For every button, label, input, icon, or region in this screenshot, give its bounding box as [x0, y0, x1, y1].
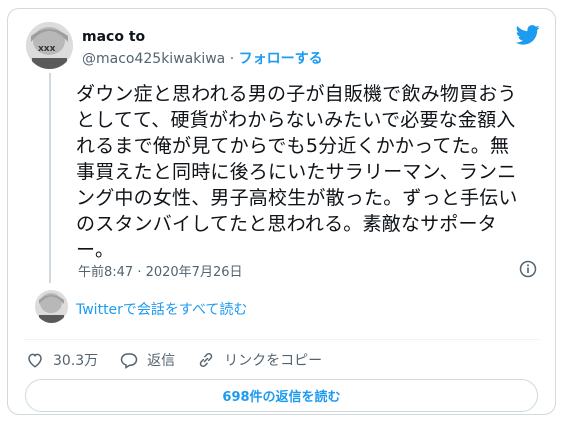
info-icon[interactable] — [519, 260, 537, 278]
separator-dot: · — [229, 51, 235, 67]
like-button[interactable]: 30.3万 — [26, 350, 98, 370]
reply-bubble-icon — [120, 353, 138, 369]
heart-icon — [28, 353, 42, 368]
link-icon — [199, 353, 213, 367]
copy-link-label: リンクをコピー — [224, 353, 323, 369]
read-conversation-link[interactable]: Twitterで会話をすべて読む — [76, 299, 247, 319]
thread-avatar[interactable] — [35, 290, 68, 323]
divider — [24, 339, 539, 340]
author-handle-row: @maco425kiwakiwa · フォローする — [82, 48, 323, 68]
follow-button[interactable]: フォローする — [239, 51, 323, 67]
reply-label: 返信 — [147, 353, 176, 369]
tweet-timestamp[interactable]: 午前8:47 · 2020年7月26日 — [78, 261, 243, 280]
author-handle[interactable]: @maco425kiwakiwa — [82, 51, 225, 67]
reply-button[interactable]: 返信 — [120, 350, 175, 370]
read-replies-button[interactable]: 698件の返信を読む — [25, 379, 538, 412]
tweet-text: ダウン症と思われる男の子が自販機で飲み物買おう としてて、硬貨がわからないみたい… — [76, 83, 518, 261]
copy-link-button[interactable]: リンクをコピー — [197, 350, 322, 370]
like-count: 30.3万 — [53, 353, 99, 369]
twitter-bird-icon[interactable] — [515, 25, 540, 45]
avatar[interactable]: xxx — [26, 22, 73, 69]
tweet-embed-card: xxx maco to @maco425kiwakiwa · フォローする ダウ… — [7, 8, 556, 415]
action-bar: 30.3万 返信 リンクをコピー — [26, 348, 344, 372]
author-display-name[interactable]: maco to — [82, 29, 145, 45]
thread-connector-line — [49, 73, 51, 283]
svg-text:xxx: xxx — [38, 44, 56, 54]
